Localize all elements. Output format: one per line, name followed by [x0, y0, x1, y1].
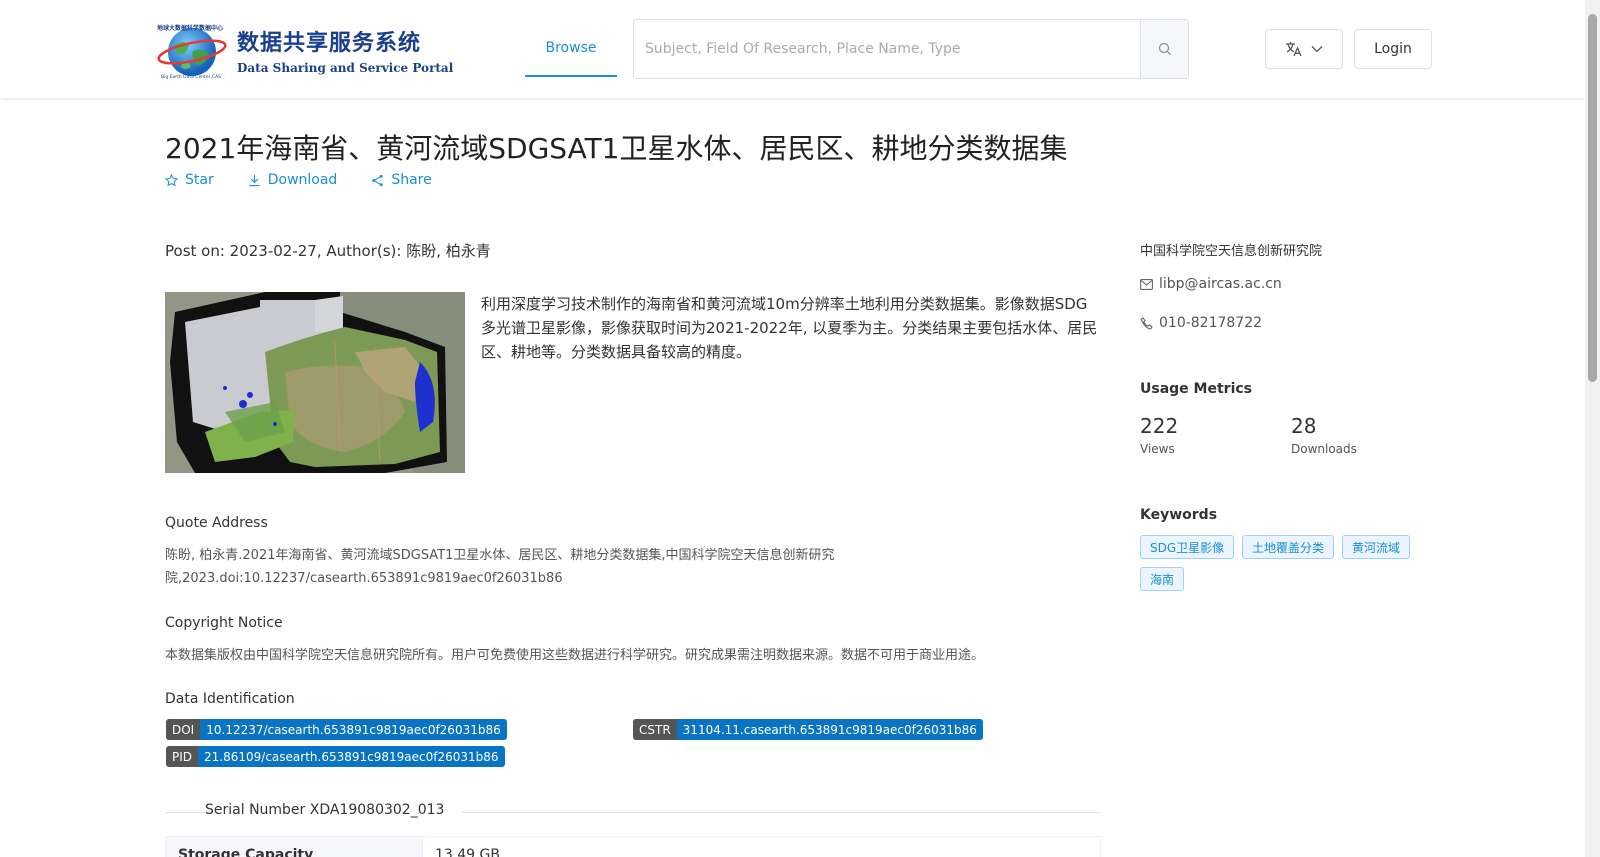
logo-title-en: Data Sharing and Service Portal: [237, 60, 454, 75]
keyword-tag[interactable]: 海南: [1140, 567, 1185, 591]
svg-text:Big Earth Data Center,CAS: Big Earth Data Center,CAS: [161, 74, 221, 79]
serial-number-text: Serial Number XDA19080302_013: [205, 802, 463, 818]
download-icon: [249, 174, 260, 186]
pid-badge-key: PID: [166, 746, 199, 767]
mail-icon: [1140, 278, 1153, 290]
keyword-tag[interactable]: 土地覆盖分类: [1242, 535, 1335, 559]
table-key-storage-capacity: Storage Capacity: [166, 837, 423, 857]
share-button[interactable]: Share: [371, 172, 432, 188]
downloads-count: 28: [1291, 414, 1317, 438]
star-label: Star: [185, 172, 214, 188]
doi-badge-value: 10.12237/casearth.653891c9819aec0f26031b…: [200, 719, 507, 740]
download-label: Download: [267, 172, 338, 188]
keyword-tag[interactable]: SDG卫星影像: [1140, 535, 1235, 559]
cstr-badge-key: CSTR: [633, 719, 677, 740]
share-icon: [372, 174, 384, 186]
chevron-down-icon: [1311, 46, 1323, 53]
search-input[interactable]: [634, 20, 1140, 78]
views-count: 222: [1140, 414, 1179, 438]
dataset-title: 2021年海南省、黄河流域SDGSAT1卫星水体、居民区、耕地分类数据集: [165, 132, 1068, 165]
keyword-tag[interactable]: 黄河流域: [1342, 535, 1411, 559]
star-button[interactable]: Star: [165, 172, 214, 188]
star-icon: [165, 173, 178, 186]
quote-address-text: 陈盼, 柏永青.2021年海南省、黄河流域SDGSAT1卫星水体、居民区、耕地分…: [165, 548, 835, 586]
post-info: Post on: 2023-02-27, Author(s): 陈盼, 柏永青: [165, 242, 491, 260]
top-header: 地球大数据科学数据中心 Big Earth Data Center,CAS 数据…: [0, 0, 1585, 98]
usage-metrics-title: Usage Metrics: [1140, 381, 1252, 397]
dataset-info-table: Storage Capacity 13.49 GB: [165, 836, 1101, 857]
dataset-thumbnail-image[interactable]: [165, 292, 465, 473]
search-bar: [633, 19, 1189, 79]
nav-browse-tab[interactable]: Browse: [525, 20, 617, 77]
logo-title-cn: 数据共享服务系统: [237, 30, 422, 56]
svg-text:地球大数据科学数据中心: 地球大数据科学数据中心: [157, 24, 223, 32]
search-button[interactable]: [1140, 20, 1188, 78]
quote-address-title: Quote Address: [165, 515, 268, 531]
scrollbar-thumb[interactable]: [1588, 14, 1597, 382]
pid-badge-value: 21.86109/casearth.653891c9819aec0f26031b…: [198, 746, 505, 767]
phone-text: 010-82178722: [1159, 315, 1263, 331]
pid-badge[interactable]: PID 21.86109/casearth.653891c9819aec0f26…: [166, 746, 505, 767]
cstr-badge[interactable]: CSTR 31104.11.casearth.653891c9819aec0f2…: [633, 719, 983, 740]
site-logo[interactable]: 地球大数据科学数据中心 Big Earth Data Center,CAS 数据…: [153, 20, 453, 80]
dataset-description: 利用深度学习技术制作的海南省和黄河流域10m分辨率土地利用分类数据集。影像数据S…: [481, 295, 1098, 361]
dataset-actions: Star Download Share: [165, 172, 466, 188]
share-label: Share: [391, 172, 432, 188]
translate-icon: [1286, 42, 1302, 57]
search-icon: [1158, 42, 1171, 55]
phone-icon: [1140, 316, 1153, 330]
table-value-storage-capacity: 13.49 GB: [435, 847, 500, 857]
organization-name: 中国科学院空天信息创新研究院: [1140, 244, 1323, 259]
doi-badge[interactable]: DOI 10.12237/casearth.653891c9819aec0f26…: [166, 719, 507, 740]
data-identification-title: Data Identification: [165, 691, 295, 707]
download-button[interactable]: Download: [248, 172, 338, 188]
copyright-text: 本数据集版权由中国科学院空天信息研究院所有。用户可免费使用这些数据进行科学研究。…: [165, 648, 985, 663]
copyright-title: Copyright Notice: [165, 615, 283, 631]
downloads-label: Downloads: [1291, 442, 1357, 456]
email-text: libp@aircas.ac.cn: [1159, 276, 1282, 292]
downloads-metric: 28 Downloads: [1291, 414, 1357, 456]
views-label: Views: [1140, 442, 1175, 456]
language-switcher[interactable]: [1265, 29, 1343, 69]
globe-logo-icon: 地球大数据科学数据中心 Big Earth Data Center,CAS: [153, 21, 231, 80]
views-metric: 222 Views: [1140, 414, 1178, 456]
contact-email[interactable]: libp@aircas.ac.cn: [1140, 276, 1282, 292]
serial-number-divider: Serial Number XDA19080302_013: [165, 802, 1101, 822]
login-button[interactable]: Login: [1354, 29, 1432, 69]
cstr-badge-value: 31104.11.casearth.653891c9819aec0f26031b…: [676, 719, 983, 740]
contact-phone[interactable]: 010-82178722: [1140, 315, 1262, 331]
keywords-title: Keywords: [1140, 507, 1218, 523]
doi-badge-key: DOI: [166, 719, 201, 740]
